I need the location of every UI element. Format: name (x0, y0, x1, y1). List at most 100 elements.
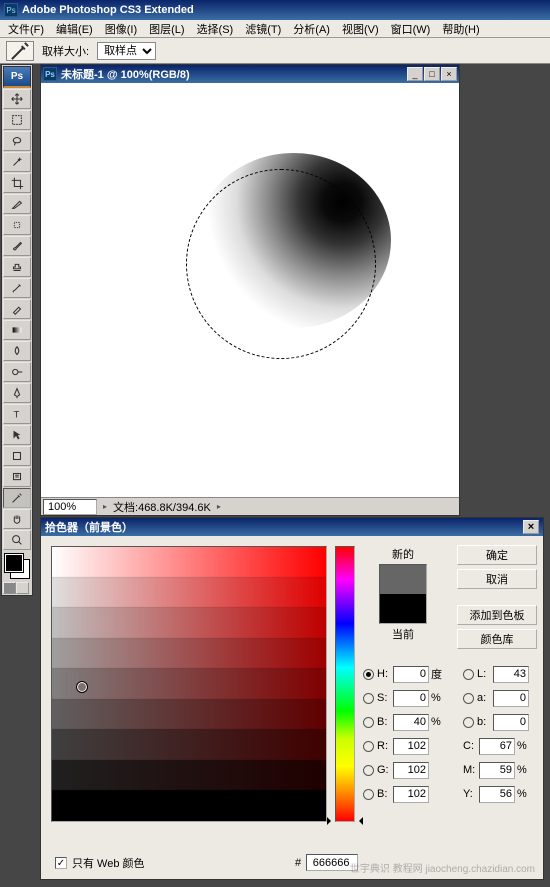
input-m[interactable] (479, 762, 515, 779)
gradient-tool[interactable] (3, 320, 31, 340)
label-bb: b: (477, 716, 493, 728)
path-select-tool[interactable] (3, 425, 31, 445)
add-swatch-button[interactable]: 添加到色板 (457, 605, 537, 625)
menu-select[interactable]: 选择(S) (191, 19, 240, 39)
menu-analysis[interactable]: 分析(A) (287, 19, 336, 39)
input-h[interactable] (393, 666, 429, 683)
web-colors-only-label: 只有 Web 颜色 (72, 855, 145, 871)
quickmask-toggle[interactable] (3, 582, 16, 594)
screenmode-toggle[interactable] (16, 582, 29, 594)
minimize-button[interactable]: _ (407, 67, 423, 81)
label-b: B: (377, 716, 393, 728)
web-colors-only-checkbox[interactable]: ✓ 只有 Web 颜色 (55, 855, 145, 871)
document-window: Ps 未标题-1 @ 100%(RGB/8) _ □ × 100% ▸ 文档:4… (40, 64, 460, 516)
menu-image[interactable]: 图像(I) (99, 19, 143, 39)
label-s: S: (377, 692, 393, 704)
label-h: H: (377, 668, 393, 680)
zoom-tool[interactable] (3, 530, 31, 550)
heal-tool[interactable] (3, 215, 31, 235)
foreground-color-swatch[interactable] (5, 554, 23, 572)
eraser-tool[interactable] (3, 299, 31, 319)
new-color-label: 新的 (392, 546, 414, 562)
input-y[interactable] (479, 786, 515, 803)
pen-tool[interactable] (3, 383, 31, 403)
radio-l[interactable] (463, 669, 474, 680)
document-titlebar[interactable]: Ps 未标题-1 @ 100%(RGB/8) _ □ × (41, 65, 459, 83)
menu-window[interactable]: 窗口(W) (385, 19, 437, 39)
marquee-tool[interactable] (3, 110, 31, 130)
color-picker-close-button[interactable]: × (523, 520, 539, 534)
ok-button[interactable]: 确定 (457, 545, 537, 565)
color-picker-titlebar[interactable]: 拾色器（前景色） × (41, 518, 543, 536)
zoom-input[interactable]: 100% (43, 499, 97, 515)
app-titlebar: Ps Adobe Photoshop CS3 Extended (0, 0, 550, 20)
maximize-button[interactable]: □ (424, 67, 440, 81)
move-tool[interactable] (3, 89, 31, 109)
menu-filter[interactable]: 滤镜(T) (239, 19, 287, 39)
label-m: M: (463, 764, 479, 776)
radio-h[interactable] (363, 669, 374, 680)
menubar: 文件(F) 编辑(E) 图像(I) 图层(L) 选择(S) 滤镜(T) 分析(A… (0, 20, 550, 38)
radio-r[interactable] (363, 741, 374, 752)
eyedropper-tool[interactable] (3, 488, 31, 508)
selection-marquee (186, 169, 376, 359)
cancel-button[interactable]: 取消 (457, 569, 537, 589)
canvas[interactable] (41, 83, 459, 497)
doc-icon: Ps (43, 67, 57, 81)
toolbox-badge[interactable]: Ps (3, 66, 31, 88)
type-tool[interactable]: T (3, 404, 31, 424)
radio-bb[interactable] (463, 717, 474, 728)
input-c[interactable] (479, 738, 515, 755)
lasso-tool[interactable] (3, 131, 31, 151)
close-button[interactable]: × (441, 67, 457, 81)
shape-tool[interactable] (3, 446, 31, 466)
input-s[interactable] (393, 690, 429, 707)
dodge-tool[interactable] (3, 362, 31, 382)
workspace: Ps T Ps (0, 64, 550, 887)
menu-help[interactable]: 帮助(H) (436, 19, 485, 39)
radio-a[interactable] (463, 693, 474, 704)
radio-b[interactable] (363, 717, 374, 728)
input-l[interactable] (493, 666, 529, 683)
input-bb[interactable] (493, 714, 529, 731)
checkbox-icon: ✓ (55, 857, 67, 869)
menu-view[interactable]: 视图(V) (336, 19, 385, 39)
color-field[interactable] (51, 546, 327, 822)
history-brush-tool[interactable] (3, 278, 31, 298)
color-libraries-button[interactable]: 颜色库 (457, 629, 537, 649)
toolbox: Ps T (1, 64, 33, 596)
hand-tool[interactable] (3, 509, 31, 529)
radio-g[interactable] (363, 765, 374, 776)
wand-tool[interactable] (3, 152, 31, 172)
options-bar: 取样大小: 取样点 (0, 38, 550, 64)
menu-layer[interactable]: 图层(L) (143, 19, 190, 39)
zoom-menu-icon[interactable]: ▸ (103, 502, 107, 511)
input-g[interactable] (393, 762, 429, 779)
input-b[interactable] (393, 714, 429, 731)
sample-size-select[interactable]: 取样点 (97, 42, 156, 60)
slice-tool[interactable] (3, 194, 31, 214)
current-tool-icon[interactable] (6, 41, 34, 61)
unit-h: 度 (431, 666, 445, 682)
color-swatches[interactable] (3, 552, 31, 580)
radio-s[interactable] (363, 693, 374, 704)
color-compare-swatch[interactable] (379, 564, 427, 624)
label-g: G: (377, 764, 393, 776)
document-title: 未标题-1 @ 100%(RGB/8) (61, 66, 190, 82)
stamp-tool[interactable] (3, 257, 31, 277)
radio-rb[interactable] (363, 789, 374, 800)
input-a[interactable] (493, 690, 529, 707)
input-r[interactable] (393, 738, 429, 755)
label-rb: B: (377, 788, 393, 800)
notes-tool[interactable] (3, 467, 31, 487)
menu-edit[interactable]: 编辑(E) (50, 19, 99, 39)
menu-file[interactable]: 文件(F) (2, 19, 50, 39)
input-rb[interactable] (393, 786, 429, 803)
crop-tool[interactable] (3, 173, 31, 193)
status-menu-icon[interactable]: ▸ (217, 502, 221, 511)
unit-b: % (431, 716, 445, 728)
blur-tool[interactable] (3, 341, 31, 361)
hue-strip[interactable] (335, 546, 355, 822)
input-hex[interactable] (306, 854, 358, 871)
brush-tool[interactable] (3, 236, 31, 256)
